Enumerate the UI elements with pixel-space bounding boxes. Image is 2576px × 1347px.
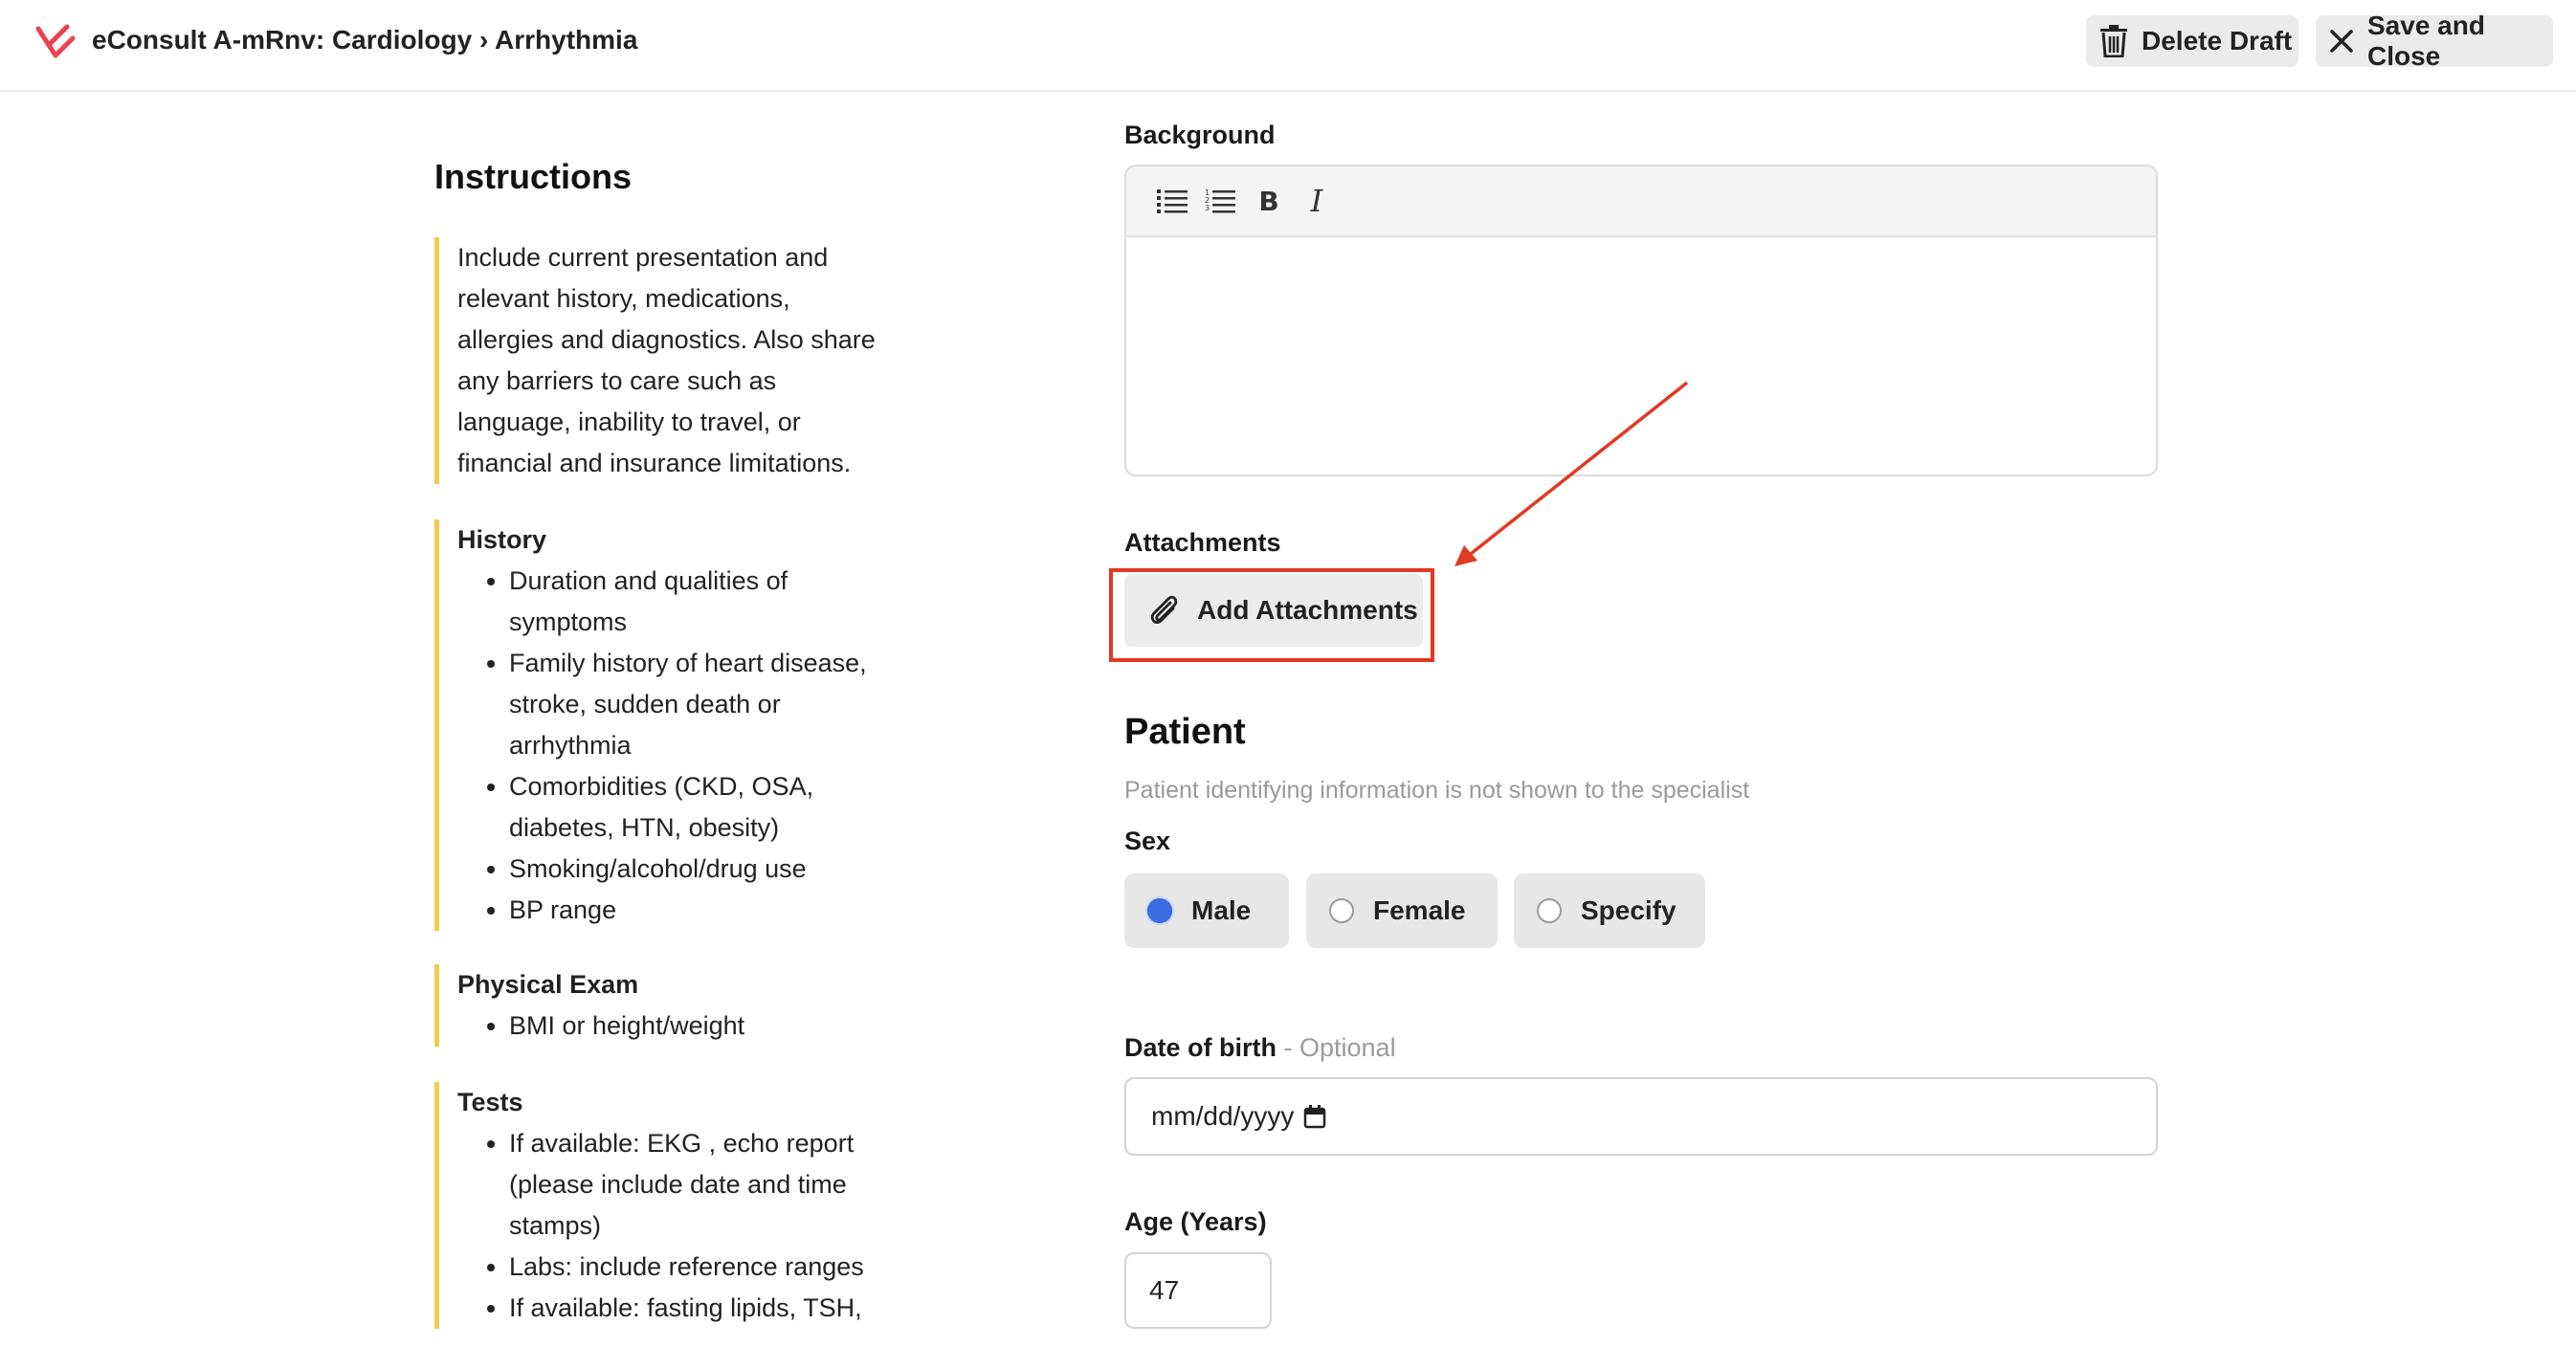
top-bar: eConsult A-mRnv: Cardiology › Arrhythmia… (0, 0, 2576, 92)
physical-exam-list: BMI or height/weight (457, 1005, 884, 1047)
list-item: Labs: include reference ranges (509, 1247, 884, 1288)
bulleted-list-icon[interactable] (1149, 182, 1197, 220)
age-value: 47 (1149, 1275, 1180, 1305)
age-input[interactable]: 47 (1124, 1252, 1272, 1329)
tests-heading: Tests (457, 1088, 523, 1116)
sex-option-specify[interactable]: Specify (1514, 873, 1705, 948)
editor-toolbar: 1 2 3 B I (1126, 166, 2156, 237)
annotation-arrow (1455, 381, 1689, 566)
sex-option-female[interactable]: Female (1306, 873, 1498, 948)
sex-option-label: Male (1191, 895, 1252, 925)
physical-exam-heading: Physical Exam (457, 970, 639, 999)
breadcrumb: eConsult A-mRnv: Cardiology › Arrhythmia (92, 25, 638, 55)
instructions-intro-block: Include current presentation and relevan… (434, 237, 884, 484)
list-item: Smoking/alcohol/drug use (509, 849, 884, 890)
radio-unselected-icon (1329, 898, 1354, 923)
history-block: History Duration and qualities of sympto… (434, 519, 884, 931)
save-and-close-label: Save and Close (2367, 11, 2485, 71)
calendar-icon[interactable] (1303, 1104, 1326, 1129)
bold-icon[interactable]: B (1245, 182, 1293, 220)
age-label: Age (Years) (1124, 1207, 1267, 1236)
list-item: BMI or height/weight (509, 1005, 884, 1047)
history-heading: History (457, 525, 547, 554)
list-item: Duration and qualities of symptoms (509, 561, 884, 643)
radio-unselected-icon (1537, 898, 1562, 923)
tests-list: If available: EKG , echo report (please … (457, 1123, 884, 1329)
tests-block: Tests If available: EKG , echo report (p… (434, 1082, 884, 1329)
instructions-title: Instructions (434, 157, 633, 196)
background-label: Background (1124, 121, 1276, 149)
history-list: Duration and qualities of symptoms Famil… (457, 561, 884, 931)
dob-label-text: Date of birth (1124, 1033, 1277, 1062)
radio-selected-icon (1147, 898, 1172, 923)
delete-draft-button[interactable]: Delete Draft (2086, 15, 2298, 67)
patient-helper-text: Patient identifying information is not s… (1124, 777, 1750, 804)
sex-option-label: Specify (1581, 895, 1677, 925)
instructions-intro-text: Include current presentation and relevan… (457, 243, 876, 477)
list-item: BP range (509, 890, 884, 931)
patient-section-title: Patient (1124, 712, 1246, 752)
dob-placeholder: mm/dd/yyyy (1151, 1101, 1295, 1131)
italic-icon[interactable]: I (1293, 182, 1341, 220)
list-item: Family history of heart disease, stroke,… (509, 643, 884, 766)
sex-option-male[interactable]: Male (1124, 873, 1289, 948)
app-logo-icon[interactable] (34, 21, 77, 63)
list-item: Comorbidities (CKD, OSA, diabetes, HTN, … (509, 766, 884, 849)
list-item: If available: fasting lipids, TSH, (509, 1288, 884, 1329)
date-of-birth-input[interactable]: mm/dd/yyyy (1124, 1077, 2158, 1156)
delete-draft-label: Delete Draft (2142, 26, 2293, 55)
svg-text:3: 3 (1205, 204, 1210, 212)
list-item: If available: EKG , echo report (please … (509, 1123, 884, 1247)
numbered-list-icon[interactable]: 1 2 3 (1197, 182, 1245, 220)
physical-exam-block: Physical Exam BMI or height/weight (434, 964, 884, 1047)
annotation-highlight-box (1109, 568, 1434, 662)
sex-option-label: Female (1373, 895, 1466, 925)
trash-icon (2100, 25, 2127, 57)
dob-label: Date of birth - Optional (1124, 1033, 1396, 1063)
close-icon (2330, 30, 2353, 53)
sex-label: Sex (1124, 827, 1171, 855)
save-and-close-button[interactable]: Save and Close (2316, 11, 2553, 71)
attachments-label: Attachments (1124, 528, 1281, 557)
dob-optional-text: - Optional (1283, 1033, 1396, 1062)
